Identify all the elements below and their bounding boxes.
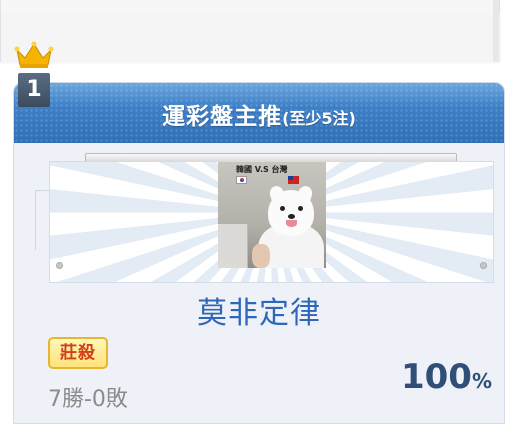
win-rate-value: 100 bbox=[400, 357, 472, 397]
avatar-dog-mouth bbox=[286, 220, 297, 227]
avatar-dog-head bbox=[268, 190, 314, 236]
korea-flag-icon bbox=[236, 176, 247, 184]
username[interactable]: 莫非定律 bbox=[14, 288, 504, 332]
taiwan-flag-icon bbox=[288, 176, 299, 184]
card-title-sub: (至少5注) bbox=[282, 109, 356, 128]
card-title: 運彩盤主推(至少5注) bbox=[162, 97, 356, 131]
top-panel-edge bbox=[493, 0, 499, 62]
top-panel bbox=[0, 0, 501, 62]
board-pin-left bbox=[56, 262, 63, 269]
tag-badge: 莊殺 bbox=[48, 337, 108, 369]
win-rate-unit: % bbox=[471, 369, 492, 393]
crown-icon bbox=[14, 41, 54, 68]
avatar-dog-nose bbox=[288, 214, 295, 219]
user-avatar[interactable]: 韓國 V.S 台灣 bbox=[218, 162, 326, 268]
avatar-dog-eye bbox=[280, 206, 285, 211]
top-panel-body bbox=[1, 14, 501, 62]
card-header: 運彩盤主推(至少5注) bbox=[14, 83, 504, 143]
win-loss-record: 7勝-0敗 bbox=[48, 387, 128, 412]
card-title-main: 運彩盤主推 bbox=[162, 104, 283, 130]
board-pin-right bbox=[480, 262, 487, 269]
rank-badge: 1 bbox=[18, 73, 50, 107]
avatar-caption: 韓國 V.S 台灣 bbox=[236, 165, 288, 174]
avatar-hand bbox=[252, 244, 270, 268]
card-frame-line bbox=[35, 190, 49, 250]
win-rate: 100% bbox=[401, 357, 492, 397]
avatar-dog-eye bbox=[298, 206, 303, 211]
photo-board[interactable]: 韓國 V.S 台灣 bbox=[49, 161, 494, 283]
avatar-shelf bbox=[218, 224, 248, 268]
top-pick-card: 運彩盤主推(至少5注) 韓國 V.S 台灣 莫非定律 莊殺 7勝-0敗 100% bbox=[13, 82, 505, 424]
